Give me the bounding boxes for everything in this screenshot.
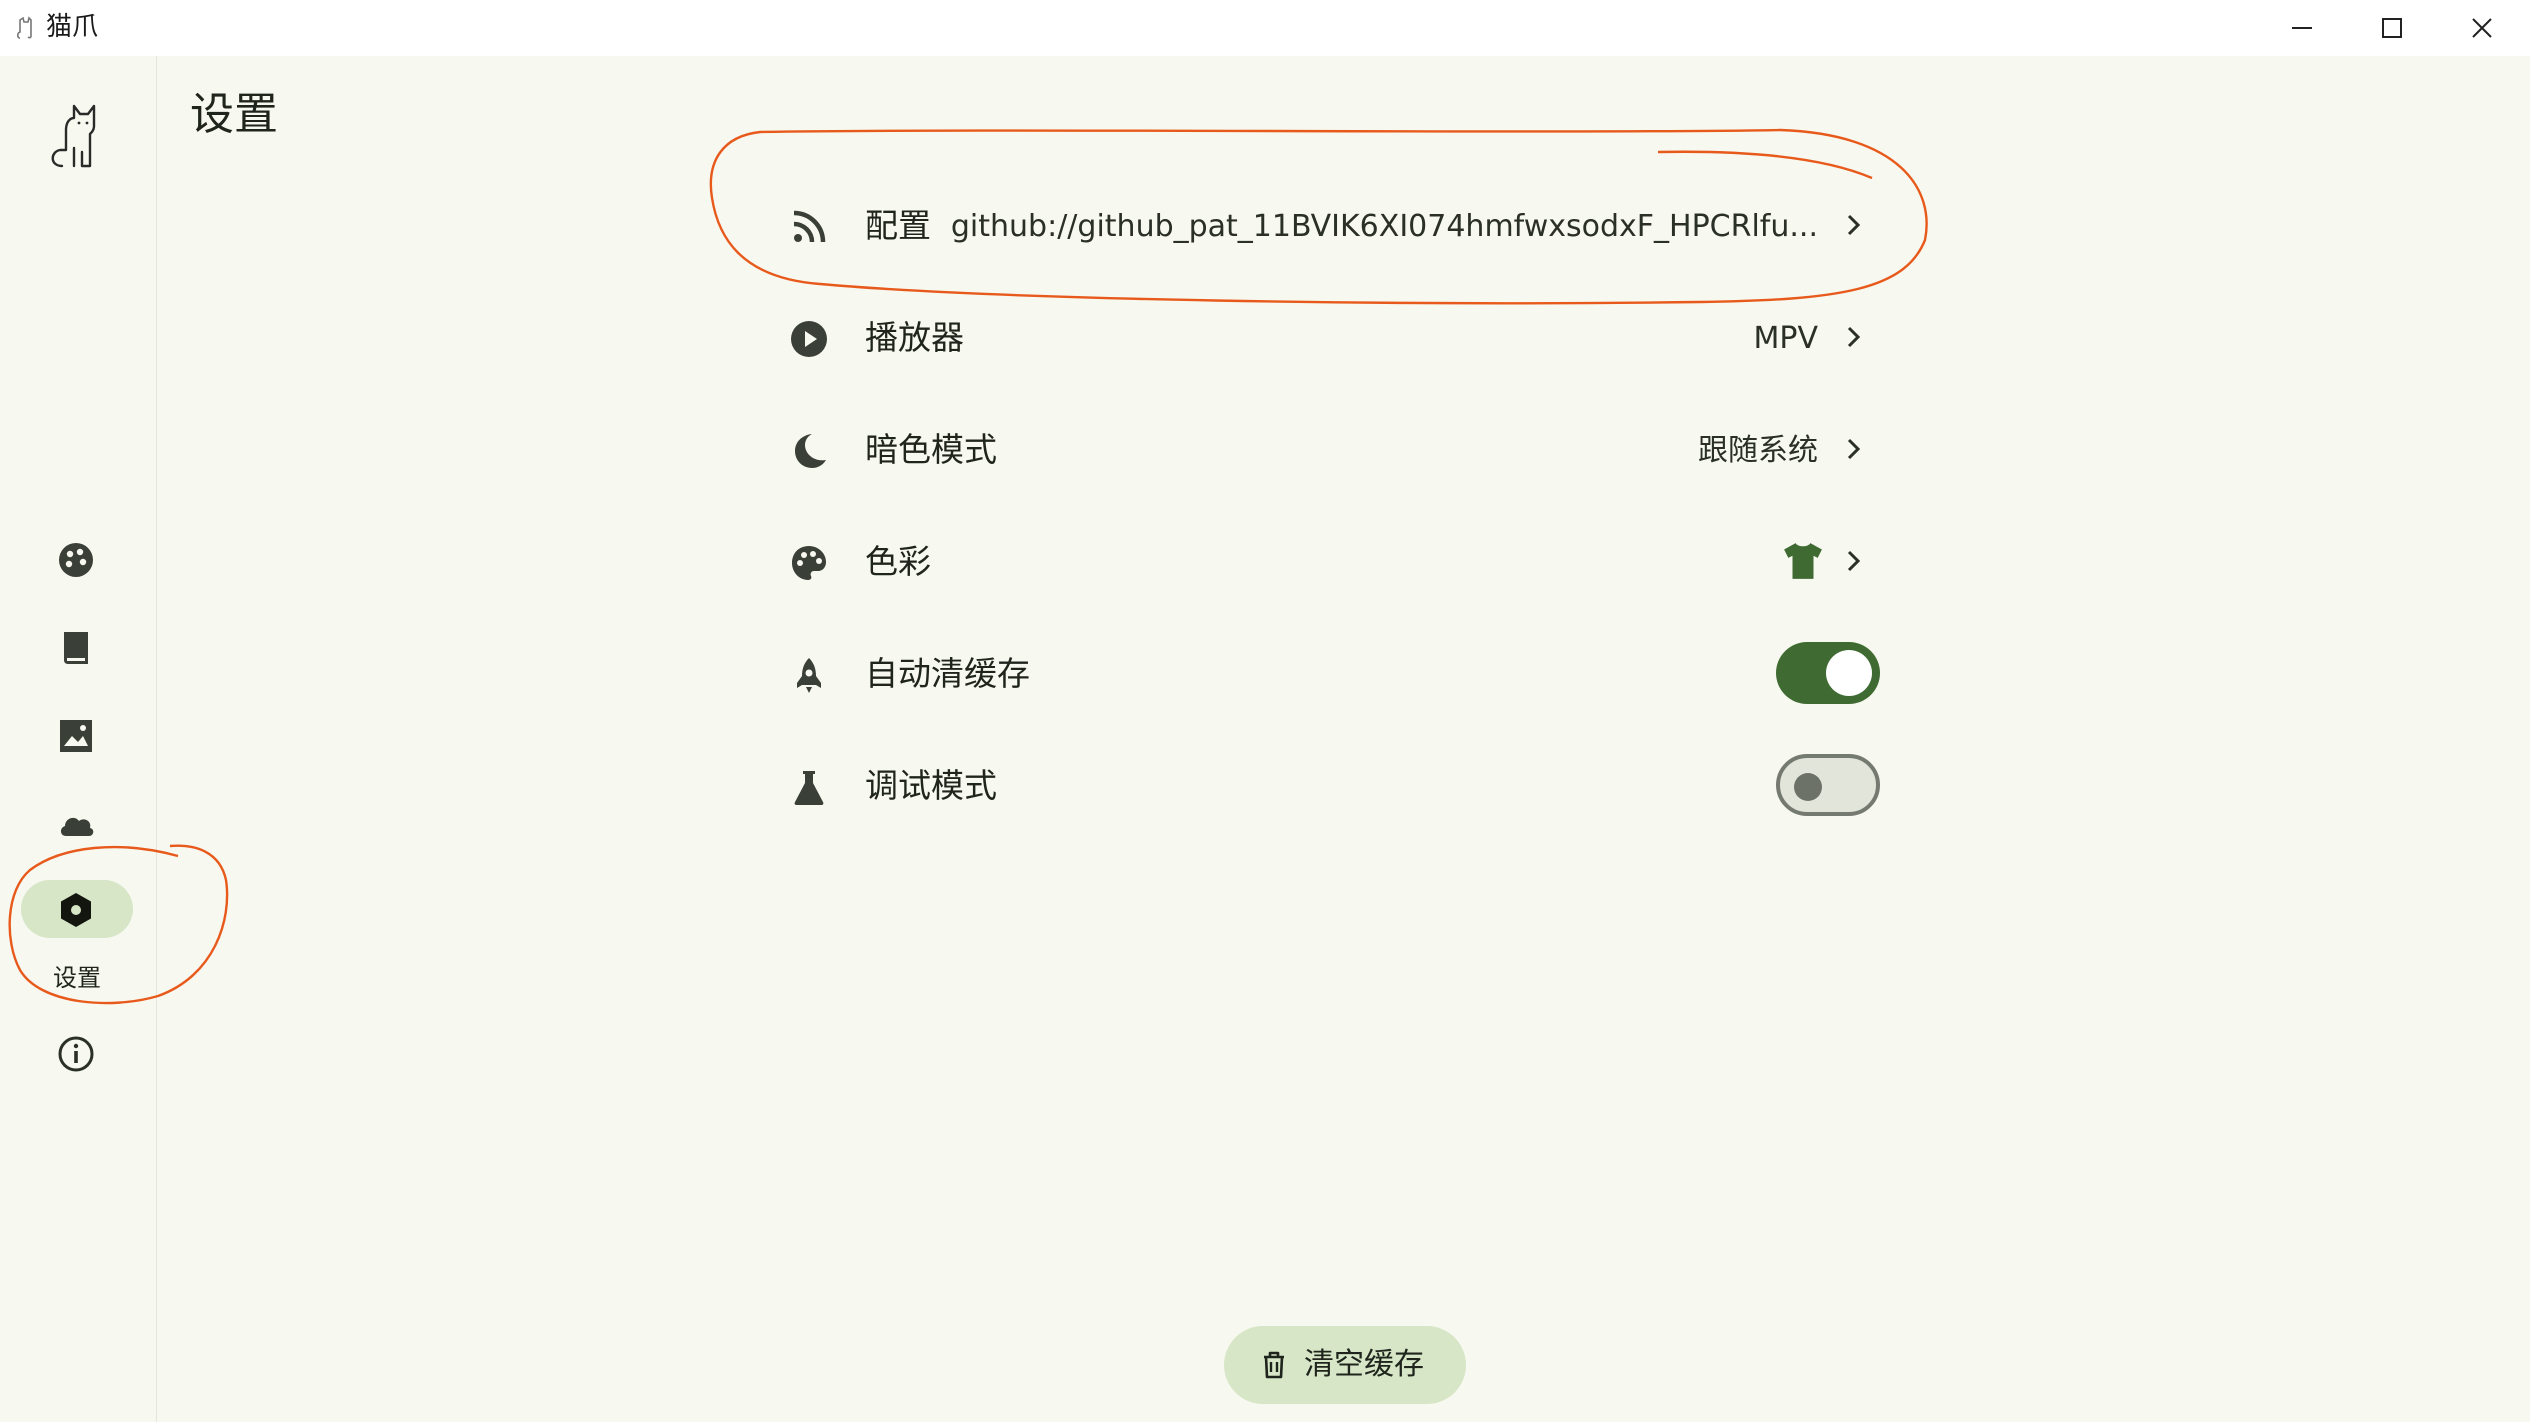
chevron-right-icon	[1847, 438, 1861, 460]
maximize-button[interactable]	[2347, 0, 2437, 56]
setting-value: 跟随系统	[1698, 433, 1818, 468]
chevron-right-icon	[1847, 550, 1861, 572]
title-bar: 猫爪	[0, 0, 2530, 56]
setting-value: MPV	[1753, 321, 1819, 356]
clear-cache-button[interactable]: 清空缓存	[1224, 1326, 1466, 1404]
auto-clear-cache-toggle[interactable]	[1776, 642, 1880, 704]
tshirt-icon	[1784, 543, 1822, 579]
hexagon-settings-icon	[61, 893, 91, 927]
nav-item-cloud[interactable]	[20, 794, 134, 852]
toggle-knob	[1826, 650, 1872, 696]
setting-label: 配置	[865, 206, 931, 245]
rocket-icon	[797, 658, 821, 693]
app-icon	[16, 16, 32, 39]
nav-label-settings: 设置	[53, 964, 101, 992]
setting-label: 播放器	[865, 318, 964, 357]
setting-value: github://github_pat_11BVIK6XI074hmfwxsod…	[950, 209, 1818, 244]
minimize-button[interactable]	[2257, 0, 2347, 56]
trash-icon	[1264, 1351, 1284, 1379]
navigation-rail: 设置	[0, 56, 157, 1422]
flask-icon	[794, 771, 824, 805]
page-title: 设置	[190, 89, 278, 140]
nav-item-books[interactable]	[20, 618, 134, 676]
settings-row-player[interactable]: 播放器 MPV	[770, 290, 1880, 386]
setting-label: 调试模式	[865, 766, 997, 805]
debug-mode-toggle[interactable]	[1776, 754, 1880, 816]
close-button[interactable]	[2437, 0, 2527, 56]
info-icon	[58, 1036, 94, 1072]
rss-icon	[793, 210, 826, 243]
settings-row-auto-clear-cache[interactable]: 自动清缓存	[770, 626, 1880, 722]
palette-dots-icon	[59, 543, 93, 577]
clear-cache-label: 清空缓存	[1304, 1347, 1424, 1382]
minimize-icon	[2292, 27, 2312, 29]
nav-item-about[interactable]	[20, 1024, 134, 1082]
window-title: 猫爪	[46, 12, 99, 42]
close-icon	[2472, 18, 2492, 38]
maximize-icon	[2382, 18, 2402, 38]
moon-icon	[795, 434, 826, 468]
cloud-icon	[60, 817, 94, 836]
setting-label: 自动清缓存	[865, 654, 1030, 693]
toggle-knob	[1794, 773, 1822, 801]
chevron-right-icon	[1847, 326, 1861, 348]
book-icon	[64, 632, 88, 664]
setting-label: 色彩	[865, 542, 931, 581]
settings-row-config[interactable]: 配置 github://github_pat_11BVIK6XI074hmfwx…	[770, 178, 1880, 274]
settings-row-dark-mode[interactable]: 暗色模式 跟随系统	[770, 402, 1880, 498]
chevron-right-icon	[1847, 214, 1861, 236]
setting-label: 暗色模式	[865, 430, 997, 469]
settings-row-color[interactable]: 色彩	[770, 514, 1880, 610]
play-icon	[791, 321, 827, 357]
image-icon	[60, 720, 92, 752]
cat-logo-icon	[51, 104, 96, 168]
nav-item-settings[interactable]: 设置	[20, 880, 134, 992]
settings-row-debug-mode[interactable]: 调试模式	[770, 738, 1880, 834]
palette-icon	[792, 546, 826, 580]
nav-item-images[interactable]	[20, 706, 134, 764]
nav-item-videos[interactable]	[20, 530, 134, 588]
